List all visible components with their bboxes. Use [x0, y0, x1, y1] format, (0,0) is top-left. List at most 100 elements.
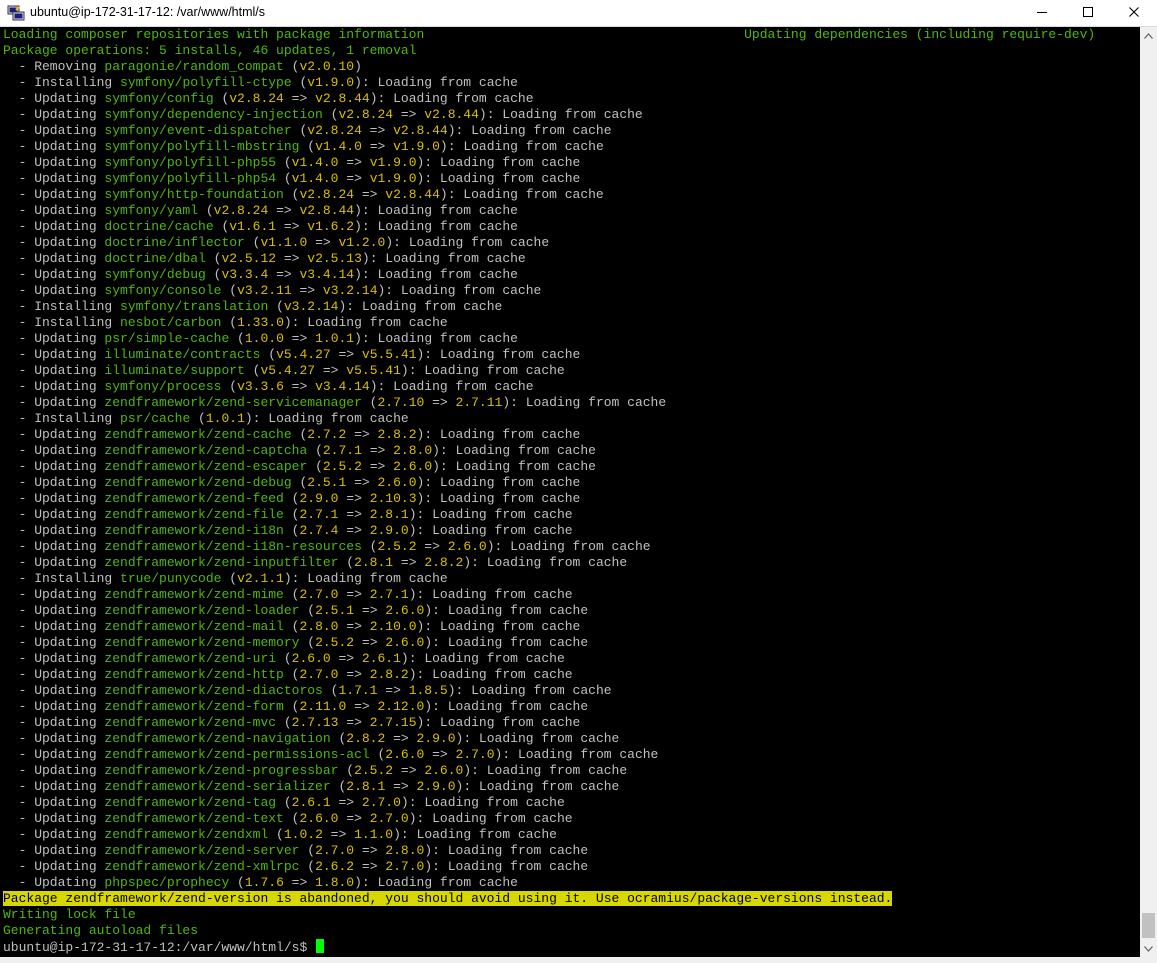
- terminal-text-segment: - Installing: [3, 315, 121, 330]
- terminal-line: - Updating zendframework/zend-server (2.…: [3, 843, 1137, 859]
- terminal-line: - Updating zendframework/zend-text (2.6.…: [3, 811, 1137, 827]
- terminal-text-segment: - Updating: [3, 715, 105, 730]
- terminal-line: Loading composer repositories with packa…: [3, 27, 1137, 43]
- scroll-up-button[interactable]: [1140, 27, 1157, 44]
- terminal-text-segment: zendframework/zend-i18n: [104, 523, 284, 538]
- terminal-text-segment: 2.5.2: [322, 459, 362, 474]
- terminal-text-segment: - Installing: [3, 411, 121, 426]
- terminal-line: - Updating zendframework/zend-i18n (2.7.…: [3, 523, 1137, 539]
- terminal-text-segment: - Updating: [3, 747, 105, 762]
- terminal-text-segment: (: [276, 155, 292, 170]
- terminal-text-segment: v5.5.41: [346, 363, 401, 378]
- maximize-button[interactable]: [1065, 0, 1111, 24]
- terminal-text-segment: phpspec/prophecy: [104, 875, 230, 890]
- terminal-text-segment: illuminate/contracts: [104, 347, 261, 362]
- scrollbar-thumb[interactable]: [1142, 913, 1155, 938]
- terminal-text-segment: - Updating: [3, 475, 105, 490]
- terminal-text-segment: psr/simple-cache: [104, 331, 230, 346]
- terminal-text-segment: ): Loading from cache: [432, 443, 596, 458]
- terminal-text-segment: =>: [393, 107, 425, 122]
- terminal-text-segment: Generating autoload files: [3, 923, 199, 938]
- terminal-text-segment: (: [291, 75, 308, 90]
- terminal-text-segment: ): Loading from cache: [424, 603, 589, 618]
- terminal-text-segment: =>: [291, 283, 323, 298]
- putty-terminal-icon[interactable]: [7, 4, 25, 22]
- terminal-text-segment: - Updating: [3, 331, 105, 346]
- scroll-up-arrow-icon: [1144, 32, 1153, 39]
- terminal-text-segment: =>: [276, 219, 308, 234]
- terminal-text-segment: =>: [416, 539, 448, 554]
- terminal-text-segment: 2.7.1: [322, 443, 362, 458]
- terminal-text-segment: ): Loading from cache: [416, 347, 581, 362]
- terminal-line: - Updating zendframework/zend-feed (2.9.…: [3, 491, 1137, 507]
- terminal-text-segment: - Updating: [3, 795, 105, 810]
- terminal-text-segment: 1.7.6: [244, 875, 284, 890]
- terminal-text-segment: =>: [393, 763, 425, 778]
- terminal-text-segment: zendframework/zend-server: [104, 843, 300, 858]
- terminal-output[interactable]: Loading composer repositories with packa…: [0, 27, 1140, 957]
- terminal-text-segment: 2.7.15: [369, 715, 417, 730]
- terminal-text-segment: ): Loading from cache: [361, 251, 526, 266]
- terminal-text-segment: ): Loading from cache: [439, 187, 604, 202]
- terminal-text-segment: 2.9.0: [416, 779, 456, 794]
- close-button[interactable]: [1111, 0, 1157, 24]
- terminal-line: - Updating zendframework/zend-progressba…: [3, 763, 1137, 779]
- terminal-text-segment: v5.4.27: [276, 347, 331, 362]
- terminal-text-segment: 2.6.0: [385, 747, 425, 762]
- terminal-line: - Updating zendframework/zend-mail (2.8.…: [3, 619, 1137, 635]
- terminal-text-segment: Loading composer repositories with packa…: [3, 27, 1096, 42]
- terminal-text-segment: 1.0.0: [244, 331, 284, 346]
- terminal-text-segment: v2.8.44: [385, 187, 440, 202]
- terminal-text-segment: v2.8.24: [229, 91, 284, 106]
- terminal-text-segment: =>: [322, 827, 355, 842]
- terminal-text-segment: - Updating: [3, 443, 105, 458]
- scroll-down-button[interactable]: [1140, 940, 1157, 957]
- terminal-text-segment: doctrine/dbal: [104, 251, 206, 266]
- terminal-text-segment: (: [213, 219, 230, 234]
- terminal-prompt-line[interactable]: ubuntu@ip-172-31-17-12:/var/www/html/s$: [3, 939, 1137, 955]
- terminal-text-segment: v1.1.0: [260, 235, 308, 250]
- terminal-text-segment: symfony/polyfill-ctype: [120, 75, 292, 90]
- terminal-text-segment: v1.6.2: [307, 219, 355, 234]
- terminal-text-segment: =>: [338, 523, 370, 538]
- terminal-text-segment: =>: [338, 491, 370, 506]
- terminal-text-segment: (: [283, 507, 300, 522]
- terminal-text-segment: 2.7.0: [385, 859, 425, 874]
- minimize-button[interactable]: [1019, 0, 1065, 24]
- terminal-text-segment: 2.10.0: [369, 619, 417, 634]
- terminal-text-segment: - Updating: [3, 395, 105, 410]
- terminal-text-segment: v3.3.4: [221, 267, 269, 282]
- terminal-text-segment: 2.7.1: [299, 507, 339, 522]
- terminal-text-segment: zendframework/zend-form: [104, 699, 284, 714]
- terminal-text-segment: - Updating: [3, 187, 105, 202]
- terminal-text-segment: psr/cache: [120, 411, 191, 426]
- terminal-text-segment: v1.9.0: [307, 75, 355, 90]
- terminal-text-segment: =>: [346, 699, 378, 714]
- terminal-text-segment: symfony/dependency-injection: [104, 107, 323, 122]
- terminal-text-segment: - Updating: [3, 827, 105, 842]
- terminal-text-segment: (: [283, 491, 300, 506]
- terminal-text-segment: =>: [354, 635, 386, 650]
- terminal-line: - Updating symfony/event-dispatcher (v2.…: [3, 123, 1137, 139]
- window-title: ubuntu@ip-172-31-17-12: /var/www/html/s: [30, 5, 266, 19]
- terminal-text-segment: 1.0.1: [315, 331, 355, 346]
- terminal-line: - Installing symfony/translation (v3.2.1…: [3, 299, 1137, 315]
- vertical-scrollbar[interactable]: [1140, 27, 1157, 957]
- terminal-text-segment: v5.5.41: [361, 347, 417, 362]
- terminal-line: - Updating zendframework/zend-uri (2.6.0…: [3, 651, 1137, 667]
- terminal-line: - Updating zendframework/zend-loader (2.…: [3, 603, 1137, 619]
- terminal-text-segment: zendframework/zend-servicemanager: [104, 395, 362, 410]
- terminal-line: - Updating illuminate/contracts (v5.4.27…: [3, 347, 1137, 363]
- terminal-text-segment: - Updating: [3, 763, 105, 778]
- maximize-icon: [1083, 7, 1093, 17]
- terminal-text-segment: - Updating: [3, 811, 105, 826]
- terminal-text-segment: =>: [283, 379, 316, 394]
- terminal-text-segment: 2.7.13: [291, 715, 339, 730]
- terminal-text-segment: =>: [361, 443, 394, 458]
- terminal-text-segment: ): Loading from cache: [354, 203, 518, 218]
- terminal-text-segment: (: [283, 667, 300, 682]
- terminal-text-segment: zendframework/zend-tag: [104, 795, 277, 810]
- terminal-text-segment: v3.4.14: [315, 379, 370, 394]
- window-titlebar[interactable]: ubuntu@ip-172-31-17-12: /var/www/html/s: [0, 0, 1157, 27]
- terminal-text-segment: ): Loading from cache: [486, 539, 651, 554]
